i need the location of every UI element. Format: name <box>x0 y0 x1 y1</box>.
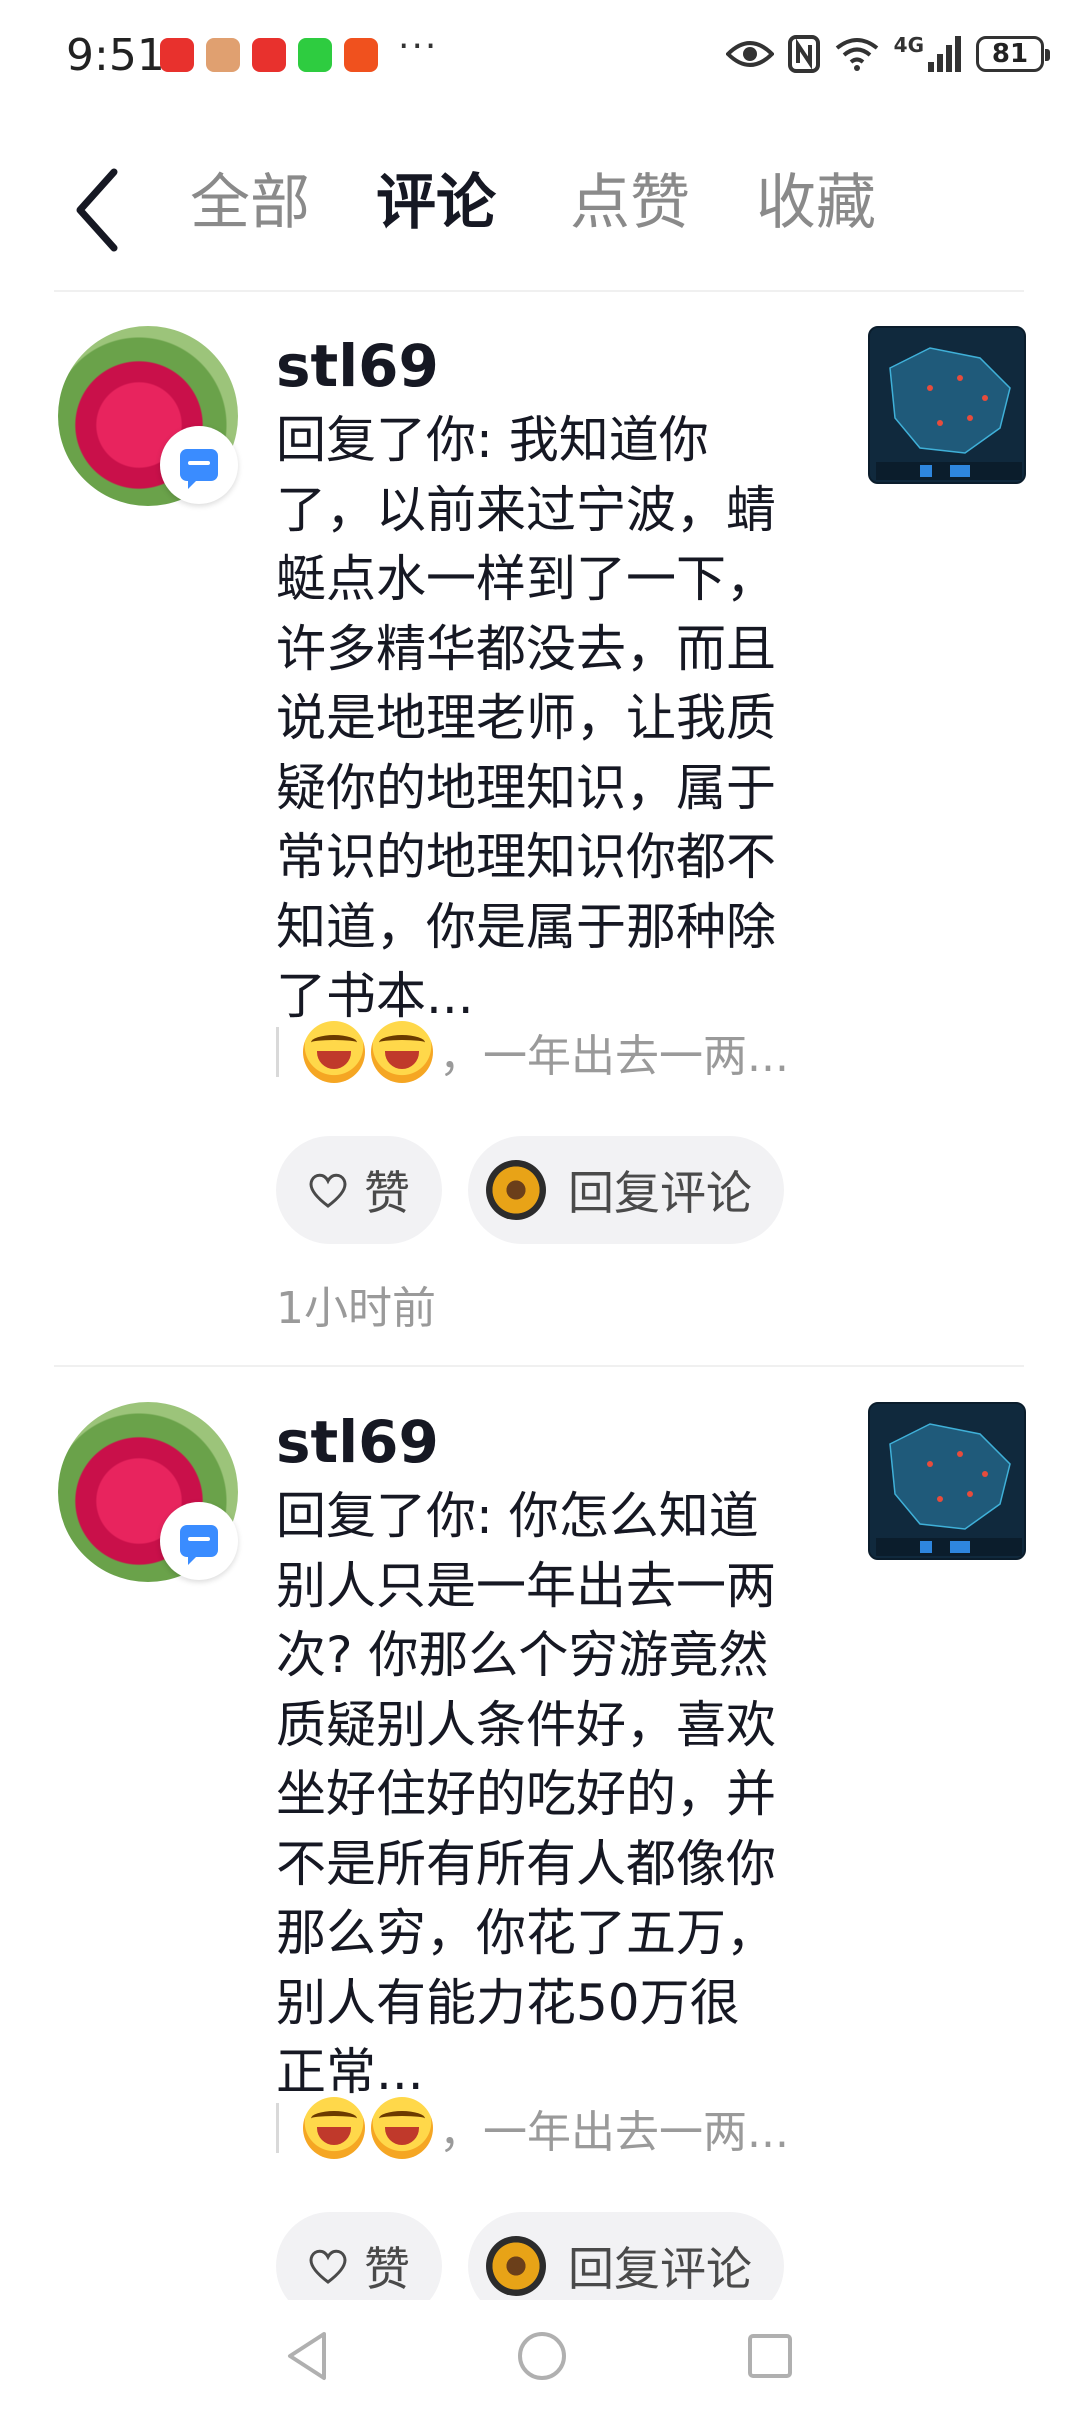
orange-app-icon <box>344 38 378 72</box>
reply-label: 回复评论 <box>568 2242 752 2296</box>
quoted-reply[interactable]: ，一年出去一两... <box>276 1021 789 1083</box>
header: 全部 评论 点赞 收藏 <box>0 140 1084 290</box>
timestamp: 1小时前 <box>276 1283 436 1334</box>
divider <box>54 290 1024 292</box>
nfc-icon <box>787 35 820 73</box>
comment-line: 回复了你: 我知道你 <box>276 411 709 469</box>
my-avatar <box>486 1160 546 1220</box>
laughing-emoji-icon <box>303 2097 365 2159</box>
system-navigation-bar <box>0 2300 1084 2412</box>
wifi-icon <box>835 38 878 71</box>
username[interactable]: stl69 <box>276 1408 439 1476</box>
username[interactable]: stl69 <box>276 332 439 400</box>
laughing-emoji-icon <box>371 1021 433 1083</box>
post-thumbnail[interactable] <box>868 326 1026 484</box>
heart-icon <box>309 2249 347 2284</box>
comment-line: 知道，你是属于那种除 <box>276 897 776 956</box>
eye-icon <box>725 41 774 67</box>
comment-line: 许多精华都没去，而且 <box>276 619 776 678</box>
heart-icon <box>309 1173 347 1208</box>
laughing-emoji-icon <box>303 1021 365 1083</box>
reply-label: 回复评论 <box>568 1166 752 1220</box>
reply-comment-button[interactable]: 回复评论 <box>468 1136 784 1244</box>
comment-line: 回复了你: 你怎么知道 <box>276 1487 759 1545</box>
network-type-label: 4G <box>893 33 924 57</box>
comment-item[interactable]: stl69 回复了你: 你怎么知道 别人只是一年出去一两 次? 你那么个穷游竟然… <box>0 1402 1084 2320</box>
system-icons: 4G 81 <box>725 33 1050 74</box>
tab-comments[interactable]: 评论 <box>376 154 496 241</box>
comment-item[interactable]: stl69 回复了你: 我知道你 了，以前来过宁波，蜻 蜓点水一样到了一下， 许… <box>0 326 1084 1336</box>
like-button[interactable]: 赞 <box>276 1136 442 1244</box>
quoted-text: ，一年出去一两... <box>439 1031 789 1082</box>
like-label: 赞 <box>364 2242 410 2296</box>
comment-line: 别人有能力花50万很 <box>276 1973 740 2032</box>
signal-icon <box>928 36 961 72</box>
tab-likes[interactable]: 点赞 <box>570 154 690 241</box>
tab-all[interactable]: 全部 <box>190 154 310 241</box>
map-thumbnail-image <box>870 1404 1024 1558</box>
comment-line: 质疑别人条件好，喜欢 <box>276 1695 776 1754</box>
nav-home-icon[interactable] <box>512 2326 572 2386</box>
comment-line: 次? 你那么个穷游竟然 <box>276 1626 769 1684</box>
comment-line: 蜓点水一样到了一下， <box>276 550 776 608</box>
laughing-emoji-icon <box>371 2097 433 2159</box>
comment-line: 坐好住好的吃好的，并 <box>276 1765 776 1823</box>
comment-line: 不是所有所有人都像你 <box>276 1834 776 1893</box>
back-arrow-icon[interactable] <box>66 160 126 260</box>
huawei-store-icon <box>160 38 194 72</box>
comment-text[interactable]: 回复了你: 你怎么知道 别人只是一年出去一两 次? 你那么个穷游竟然 质疑别人条… <box>276 1482 836 2108</box>
map-thumbnail-image <box>870 328 1024 482</box>
post-thumbnail[interactable] <box>868 1402 1026 1560</box>
divider <box>54 1365 1024 1367</box>
like-label: 赞 <box>364 1166 410 1220</box>
status-bar: 9:51 ··· 4G 81 <box>0 0 1084 110</box>
comment-line: 那么穷，你花了五万， <box>276 1904 776 1962</box>
comment-line: 疑你的地理知识，属于 <box>276 758 776 817</box>
status-time: 9:51 <box>66 30 165 81</box>
quoted-text: ，一年出去一两... <box>439 2107 789 2158</box>
comment-text[interactable]: 回复了你: 我知道你 了，以前来过宁波，蜻 蜓点水一样到了一下， 许多精华都没去… <box>276 406 836 1032</box>
nav-back-icon[interactable] <box>278 2326 338 2386</box>
comment-badge-icon <box>160 1502 238 1580</box>
comment-line: 常识的地理知识你都不 <box>276 828 776 886</box>
quoted-reply[interactable]: ，一年出去一两... <box>276 2097 789 2159</box>
comment-line: 了，以前来过宁波，蜻 <box>276 480 776 539</box>
battery-icon: 81 <box>976 36 1050 72</box>
nav-recents-icon[interactable] <box>740 2326 800 2386</box>
wechat-icon <box>298 38 332 72</box>
my-avatar <box>486 2236 546 2296</box>
battery-level: 81 <box>991 39 1029 69</box>
comment-line: 说是地理老师，让我质 <box>276 689 776 747</box>
user-avatar-icon <box>206 38 240 72</box>
huawei-app-icon <box>252 38 286 72</box>
tab-favorites[interactable]: 收藏 <box>756 154 876 241</box>
comment-badge-icon <box>160 426 238 504</box>
more-notifications-icon: ··· <box>398 26 439 67</box>
comment-line: 别人只是一年出去一两 <box>276 1556 776 1615</box>
